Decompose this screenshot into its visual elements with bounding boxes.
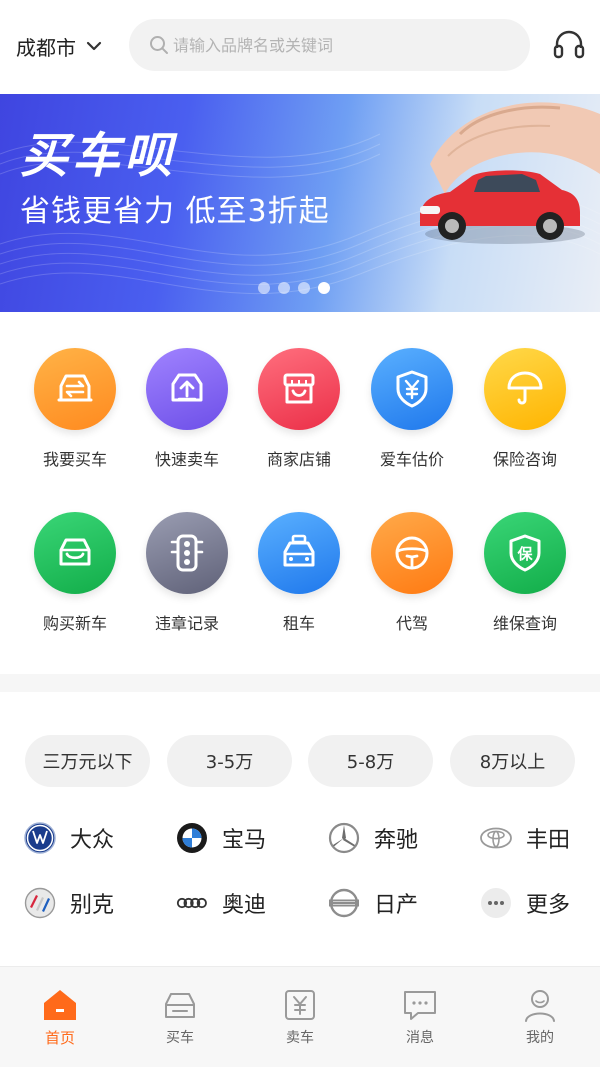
service-insurance-consult[interactable]: 保险咨询: [469, 348, 581, 478]
pagination-dot-active[interactable]: [318, 282, 330, 294]
search-icon: [150, 36, 168, 54]
price-range-chip[interactable]: 3-5万: [167, 735, 292, 787]
service-buy-new-car[interactable]: 购买新车: [19, 512, 131, 642]
warranty-shield-icon: 保: [484, 512, 566, 594]
service-label: 保险咨询: [492, 450, 557, 469]
car-upload-icon: [146, 348, 228, 430]
price-range-chip[interactable]: 8万以上: [450, 735, 575, 787]
tab-label: 首页: [44, 1029, 75, 1047]
tab-messages[interactable]: 消息: [360, 967, 480, 1067]
nissan-logo-icon: [329, 888, 359, 918]
brand-more[interactable]: 更多: [480, 883, 570, 923]
chevron-down-icon: [86, 41, 102, 51]
brand-name: 别克: [70, 893, 115, 918]
yuan-shield-icon: [371, 348, 453, 430]
car-icon: [165, 993, 195, 1018]
car-filter-section: 三万元以下 3-5万 5-8万 8万以上 大众 宝马 奔驰 丰田 别克 奥迪 日…: [0, 692, 600, 966]
brand-name: 奔驰: [374, 828, 419, 853]
tab-label: 卖车: [286, 1030, 314, 1046]
customer-service-headset-icon[interactable]: [552, 28, 586, 62]
toyota-logo-icon: [480, 827, 512, 849]
store-icon: [258, 348, 340, 430]
service-label: 租车: [282, 614, 315, 633]
service-merchant-store[interactable]: 商家店铺: [243, 348, 355, 478]
brand-name: 奥迪: [222, 893, 267, 918]
price-range-chip[interactable]: 5-8万: [308, 735, 433, 787]
top-header: 成都市: [0, 0, 600, 94]
tab-home[interactable]: 首页: [0, 967, 120, 1067]
brand-volkswagen[interactable]: 大众: [24, 818, 114, 858]
section-divider: [0, 674, 600, 692]
service-label: 我要买车: [42, 450, 107, 469]
brand-toyota[interactable]: 丰田: [480, 818, 570, 858]
pagination-dot[interactable]: [298, 282, 310, 294]
car-exchange-icon: [34, 348, 116, 430]
service-grid: 我要买车 快速卖车 商家店铺 爱车估价 保险咨询 购买新车 违章记录 租车 代驾…: [0, 312, 600, 674]
service-buy-car[interactable]: 我要买车: [19, 348, 131, 478]
new-car-icon: [34, 512, 116, 594]
tab-buy-car[interactable]: 买车: [120, 967, 240, 1067]
price-range-chip[interactable]: 三万元以下: [25, 735, 150, 787]
brand-buick[interactable]: 别克: [24, 883, 114, 923]
brand-name: 更多: [526, 893, 571, 918]
steering-wheel-icon: [371, 512, 453, 594]
mercedes-logo-icon: [328, 822, 360, 854]
sell-yuan-icon: [285, 990, 315, 1020]
more-dots-icon: [481, 888, 511, 918]
bmw-logo-icon: [177, 823, 207, 853]
service-label: 购买新车: [42, 614, 107, 633]
search-bar[interactable]: [129, 19, 530, 71]
brand-name: 宝马: [222, 828, 267, 853]
brand-bmw[interactable]: 宝马: [176, 818, 266, 858]
service-maintenance-query[interactable]: 保 维保查询: [469, 512, 581, 642]
audi-logo-icon: [176, 897, 207, 909]
city-label: 成都市: [16, 35, 76, 60]
tab-label: 我的: [526, 1030, 554, 1046]
pagination-dot[interactable]: [278, 282, 290, 294]
brand-nissan[interactable]: 日产: [328, 883, 418, 923]
umbrella-icon: [484, 348, 566, 430]
taxi-icon: [258, 512, 340, 594]
home-icon: [44, 990, 76, 1020]
service-violation-record[interactable]: 违章记录: [131, 512, 243, 642]
bottom-tab-bar: 首页 买车 卖车 消息 我的: [0, 966, 600, 1067]
brand-name: 日产: [374, 893, 419, 918]
city-selector[interactable]: 成都市: [16, 30, 102, 62]
search-input[interactable]: [173, 35, 503, 55]
service-label: 爱车估价: [379, 450, 444, 469]
service-quick-sell[interactable]: 快速卖车: [131, 348, 243, 478]
tab-profile[interactable]: 我的: [480, 967, 600, 1067]
svg-text:保: 保: [516, 545, 533, 563]
brand-name: 大众: [70, 828, 115, 853]
traffic-light-icon: [146, 512, 228, 594]
service-label: 违章记录: [154, 614, 219, 633]
brand-mercedes[interactable]: 奔驰: [328, 818, 418, 858]
promo-banner[interactable]: 买车呗 省钱更省力 低至3折起: [0, 94, 600, 312]
brand-name: 丰田: [526, 828, 571, 853]
message-icon: [404, 991, 436, 1020]
buick-logo-icon: [24, 887, 56, 919]
banner-pagination: [258, 282, 330, 294]
service-label: 代驾: [395, 614, 428, 633]
service-car-valuation[interactable]: 爱车估价: [356, 348, 468, 478]
service-label: 商家店铺: [266, 450, 331, 469]
hand-protecting-car-illustration: [420, 102, 600, 244]
volkswagen-logo-icon: [24, 822, 56, 854]
tab-label: 买车: [166, 1030, 194, 1046]
service-label: 维保查询: [492, 614, 557, 633]
banner-subtitle: 省钱更省力 低至3折起: [20, 194, 330, 229]
banner-title: 买车呗: [20, 128, 177, 184]
service-label: 快速卖车: [154, 450, 219, 469]
service-car-rental[interactable]: 租车: [243, 512, 355, 642]
tab-sell-car[interactable]: 卖车: [240, 967, 360, 1067]
pagination-dot[interactable]: [258, 282, 270, 294]
brand-audi[interactable]: 奥迪: [176, 883, 266, 923]
profile-icon: [525, 990, 555, 1022]
service-designated-driver[interactable]: 代驾: [356, 512, 468, 642]
tab-label: 消息: [406, 1030, 434, 1046]
